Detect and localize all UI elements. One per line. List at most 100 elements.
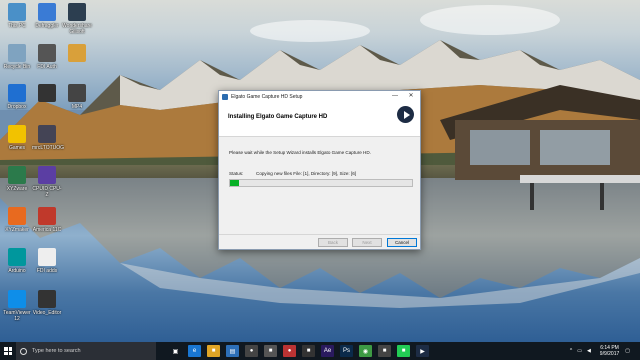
teamviewer-icon	[8, 290, 26, 308]
desktop-icon[interactable]: Defraggler	[32, 3, 62, 29]
app-icon	[38, 84, 56, 102]
folder-icon	[68, 44, 86, 62]
desktop-icon-label: TeamViewer 12	[3, 310, 31, 322]
photoshop-icon[interactable]: Ps	[340, 345, 353, 357]
status-label: Status:	[229, 171, 244, 176]
installer-app-icon	[222, 93, 228, 100]
desktop-icon-label: CPUID CPU-Z	[32, 186, 62, 198]
desktop-icon-label: Dropbox	[7, 104, 27, 110]
back-button[interactable]: Back	[318, 238, 348, 247]
desktop-icon-label: America 11C	[32, 227, 62, 233]
desktop-icon[interactable]: CPUID CPU-Z	[32, 166, 62, 198]
arduino-icon	[8, 248, 26, 266]
cancel-button[interactable]: Cancel	[387, 238, 417, 247]
store-icon[interactable]: ▤	[226, 345, 239, 357]
desktop-icon[interactable]: This PC	[2, 3, 32, 29]
desktop-icon[interactable]: XYZware	[2, 166, 32, 192]
desktop-icon-label: Video_Editor	[32, 310, 62, 316]
installer-titlebar[interactable]: Elgato Game Capture HD Setup — ✕	[219, 91, 420, 102]
desktop-icon-label: Recycle Bin	[3, 64, 31, 70]
desktop-icon[interactable]: Video_Editor	[32, 290, 62, 316]
app-icon[interactable]: ■	[264, 345, 277, 357]
xyzware-icon	[8, 166, 26, 184]
clock-date: 9/9/2017	[599, 351, 620, 357]
install-description: Please wait while the Setup Wizard insta…	[229, 150, 371, 155]
close-button[interactable]: ✕	[404, 91, 418, 102]
desktop-icon-label: This PC	[8, 23, 26, 29]
desktop-icon[interactable]: XYZmaker	[2, 207, 32, 233]
installer-header: Installing Elgato Game Capture HD	[219, 102, 420, 137]
notifications-icon[interactable]: ▢	[625, 348, 630, 354]
desktop-icon-label: FDI Auth	[37, 64, 57, 70]
desktop-icon-label: Arduino	[8, 268, 26, 274]
defraggler-icon	[38, 3, 56, 21]
app-icon[interactable]: ■	[397, 345, 410, 357]
installer-footer: Back Next Cancel	[219, 234, 420, 249]
desktop-icon[interactable]	[62, 44, 92, 64]
installer-body: Please wait while the Setup Wizard insta…	[219, 137, 420, 237]
desktop-icon-label: FDI adds	[36, 268, 58, 274]
app-icon[interactable]: ■	[302, 345, 315, 357]
file-icon	[38, 248, 56, 266]
desktop-icon[interactable]: mrcLTOTUOG	[32, 125, 65, 151]
app-icon	[38, 44, 56, 62]
desktop-icon[interactable]: Wondershare Gilisoft	[62, 3, 92, 35]
taskbar-clock[interactable]: 6:14 PM 9/9/2017	[600, 345, 619, 357]
desktop-icon-label: MP4	[71, 104, 83, 110]
network-icon[interactable]: ▭	[577, 348, 582, 354]
video-editor-icon	[38, 290, 56, 308]
dropbox-icon	[8, 84, 26, 102]
install-progress-bar	[229, 179, 413, 187]
star-icon	[8, 125, 26, 143]
app-icon[interactable]: ■	[378, 345, 391, 357]
search-icon	[20, 347, 27, 355]
elgato-logo-icon	[397, 106, 414, 123]
mp4-icon	[68, 84, 86, 102]
installer-window[interactable]: Elgato Game Capture HD Setup — ✕ Install…	[218, 90, 421, 250]
desktop-icon[interactable]	[32, 84, 62, 104]
search-placeholder: Type here to search	[32, 348, 81, 354]
desktop-icon-label: Defraggler	[35, 23, 59, 29]
recycle-bin-icon	[8, 44, 26, 62]
app-icon	[38, 207, 56, 225]
desktop-icon[interactable]: Games	[2, 125, 32, 151]
desktop-icon[interactable]: America 11C	[32, 207, 62, 233]
window-title: Elgato Game Capture HD Setup	[231, 93, 303, 100]
wondershare-icon	[68, 3, 86, 21]
start-button[interactable]	[0, 342, 16, 360]
desktop-icon-label: Games	[8, 145, 26, 151]
taskbar-search-box[interactable]: Type here to search	[16, 342, 156, 360]
header-title: Installing Elgato Game Capture HD	[228, 114, 328, 120]
system-tray: ^ ▭ ◀ 6:14 PM 9/9/2017 ▢	[570, 342, 630, 360]
app-icon[interactable]: ●	[245, 345, 258, 357]
windows-logo-icon	[4, 347, 12, 355]
chevron-up-icon[interactable]: ^	[570, 348, 572, 354]
desktop-icon[interactable]: MP4	[62, 84, 92, 110]
desktop-icon[interactable]: FDI Auth	[32, 44, 62, 70]
desktop-icon[interactable]: FDI adds	[32, 248, 62, 274]
desktop-icon[interactable]: TeamViewer 12	[2, 290, 32, 322]
file-explorer-icon[interactable]: ■	[207, 345, 220, 357]
desktop-icon[interactable]: Arduino	[2, 248, 32, 274]
app-icon[interactable]: ●	[283, 345, 296, 357]
task-view-icon[interactable]: ▣	[169, 345, 182, 357]
taskbar: Type here to search ▣ e ■ ▤ ● ■ ● ■ Ae Ps ◉ ■ ■ ▶ ^ ▭…	[0, 342, 640, 360]
progress-fill	[230, 180, 240, 186]
cpuz-icon	[38, 166, 56, 184]
chrome-icon[interactable]: ◉	[359, 345, 372, 357]
desktop-icon[interactable]: Dropbox	[2, 84, 32, 110]
desktop-icon-label: mrcLTOTUOG	[32, 145, 65, 151]
house-on-pier	[440, 85, 640, 210]
after-effects-icon[interactable]: Ae	[321, 345, 334, 357]
volume-icon[interactable]: ◀	[587, 348, 591, 354]
elgato-icon[interactable]: ▶	[416, 345, 429, 357]
desktop-icon-label: XYZmaker	[5, 227, 29, 233]
next-button[interactable]: Next	[352, 238, 382, 247]
edge-icon[interactable]: e	[188, 345, 201, 357]
desktop-icon-label: Wondershare Gilisoft	[62, 23, 92, 35]
computer-icon	[8, 3, 26, 21]
desktop-icon[interactable]: Recycle Bin	[2, 44, 32, 70]
app-icon	[38, 125, 56, 143]
minimize-button[interactable]: —	[388, 91, 402, 102]
desktop-icon-label: XYZware	[6, 186, 28, 192]
